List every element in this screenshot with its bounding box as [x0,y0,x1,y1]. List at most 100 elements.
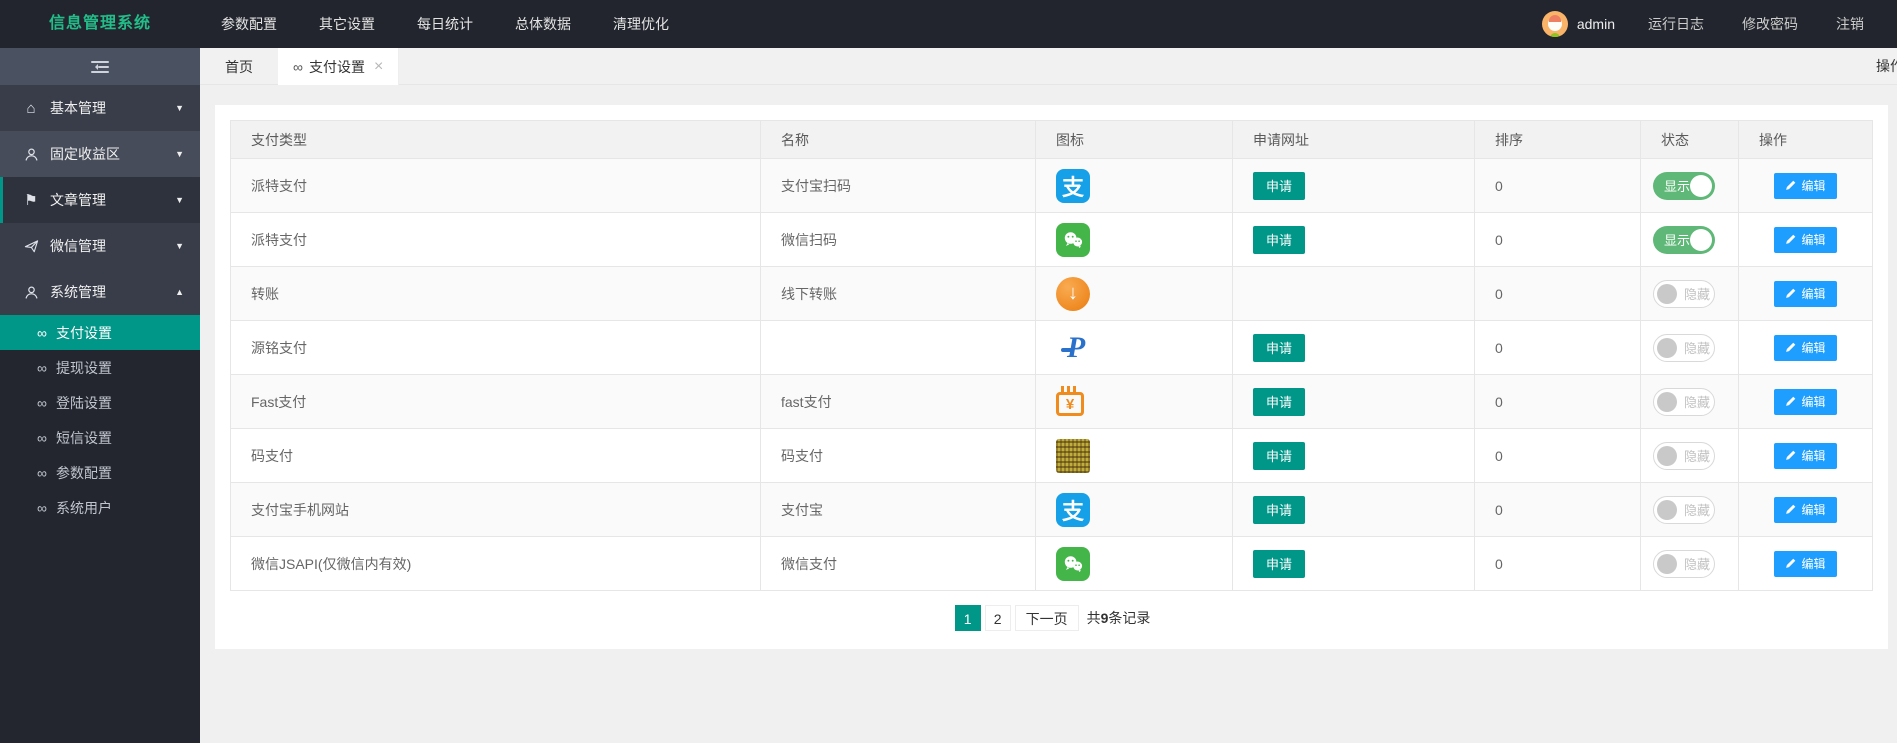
column-header: 申请网址 [1233,121,1475,159]
top-nav-item[interactable]: 参数配置 [200,0,298,48]
edit-button[interactable]: 编辑 [1774,335,1836,361]
header-right-item[interactable]: 注销 [1817,0,1883,48]
edit-button[interactable]: 编辑 [1774,173,1836,199]
link-icon: ∞ [37,360,47,376]
sidebar-item[interactable]: 微信管理 ▼ [0,223,200,269]
apply-button[interactable]: 申请 [1253,226,1305,254]
top-nav-item[interactable]: 总体数据 [494,0,592,48]
sidebar-subitem-label: 登陆设置 [56,393,112,413]
status-toggle[interactable]: 隐藏 [1653,334,1715,362]
header-right-item[interactable]: 修改密码 [1723,0,1817,48]
edit-button[interactable]: 编辑 [1774,281,1836,307]
cell-pay-name: 微信支付 [761,537,1036,591]
cell-edit: 编辑 [1739,375,1873,429]
record-count: 共9条记录 [1087,610,1151,626]
username: admin [1577,16,1615,32]
main-area: 首页 ∞ 支付设置 × 操作 [200,48,1897,743]
close-icon[interactable]: × [374,59,383,75]
page-button[interactable]: 1 [955,605,981,631]
sidebar-subitem-label: 提现设置 [56,358,112,378]
sidebar-subitem[interactable]: ∞ 系统用户 [0,490,200,525]
sidebar-subitem[interactable]: ∞ 短信设置 [0,420,200,455]
sidebar-subitem[interactable]: ∞ 登陆设置 [0,385,200,420]
sidebar-item-label: 微信管理 [50,236,106,256]
toggle-knob [1690,175,1712,197]
table-row: 微信JSAPI(仅微信内有效) 微信支付 申请 0 [231,537,1873,591]
top-navbar: 信息管理系统 参数配置其它设置每日统计总体数据清理优化 admin 运行日志修改… [0,0,1897,48]
column-header: 排序 [1475,121,1641,159]
sidebar-item-label: 系统管理 [50,282,106,302]
cell-pay-icon [1036,429,1233,483]
cell-apply: 申请 [1233,483,1475,537]
top-nav-item[interactable]: 清理优化 [592,0,690,48]
pencil-icon [1785,288,1796,299]
edit-button[interactable]: 编辑 [1774,497,1836,523]
apply-button[interactable]: 申请 [1253,172,1305,200]
header-right-nav: 运行日志修改密码注销 [1629,0,1883,48]
cell-pay-type: 源铭支付 [231,321,761,375]
edit-button[interactable]: 编辑 [1774,443,1836,469]
top-nav-menu: 参数配置其它设置每日统计总体数据清理优化 [200,0,690,48]
apply-button[interactable]: 申请 [1253,496,1305,524]
apply-button[interactable]: 申请 [1253,334,1305,362]
cell-pay-name: 线下转账 [761,267,1036,321]
tab-operations-button[interactable]: 操作 [1876,48,1897,85]
cell-pay-type: 码支付 [231,429,761,483]
next-page-button[interactable]: 下一页 [1015,605,1079,631]
table-row: 派特支付 微信扫码 申请 0 显示 [231,213,1873,267]
page-button[interactable]: 2 [985,605,1011,631]
apply-button[interactable]: 申请 [1253,442,1305,470]
sidebar-subitem[interactable]: ∞ 提现设置 [0,350,200,385]
status-toggle[interactable]: 显示 [1653,172,1715,200]
cell-edit: 编辑 [1739,321,1873,375]
tab[interactable]: 首页 [200,48,278,85]
chevron-down-icon: ▼ [175,241,184,251]
sidebar-item[interactable]: ⚑ 文章管理 ▼ [0,177,200,223]
edit-button[interactable]: 编辑 [1774,551,1836,577]
pencil-icon [1785,558,1796,569]
edit-button[interactable]: 编辑 [1774,389,1836,415]
sidebar-item-label: 基本管理 [50,98,106,118]
user-icon [21,147,41,162]
sidebar-item-label: 文章管理 [50,190,106,210]
status-toggle[interactable]: 隐藏 [1653,280,1715,308]
cell-pay-type: 微信JSAPI(仅微信内有效) [231,537,761,591]
cell-pay-name: 支付宝 [761,483,1036,537]
cell-pay-name [761,321,1036,375]
sidebar-item[interactable]: ⌂ 基本管理 ▼ [0,85,200,131]
status-toggle[interactable]: 隐藏 [1653,550,1715,578]
pagination: 12下一页共9条记录 [230,605,1873,631]
chevron-down-icon: ▼ [175,149,184,159]
link-icon: ∞ [37,500,47,516]
sidebar-item[interactable]: 固定收益区 ▼ [0,131,200,177]
tab[interactable]: ∞ 支付设置 × [278,48,399,85]
column-header: 状态 [1641,121,1739,159]
wechat-icon [1056,230,1090,246]
cell-apply: 申请 [1233,321,1475,375]
sidebar-collapse-button[interactable] [0,48,200,85]
cell-pay-icon: P [1036,321,1233,375]
sidebar-subitem[interactable]: ∞ 支付设置 [0,315,200,350]
header-right-item[interactable]: 运行日志 [1629,0,1723,48]
cell-sort: 0 [1475,375,1641,429]
sidebar-item[interactable]: 系统管理 ▲ [0,269,200,315]
user-menu[interactable]: admin [1528,11,1629,37]
cell-status: 隐藏 [1641,321,1739,375]
link-icon: ∞ [37,430,47,446]
status-toggle[interactable]: 隐藏 [1653,442,1715,470]
toggle-knob [1657,392,1677,412]
sidebar-subitem-label: 系统用户 [56,498,112,518]
apply-button[interactable]: 申请 [1253,550,1305,578]
pencil-icon [1785,342,1796,353]
apply-button[interactable]: 申请 [1253,388,1305,416]
top-nav-item[interactable]: 其它设置 [298,0,396,48]
cell-pay-type: Fast支付 [231,375,761,429]
status-toggle[interactable]: 隐藏 [1653,388,1715,416]
top-nav-item[interactable]: 每日统计 [396,0,494,48]
status-toggle[interactable]: 隐藏 [1653,496,1715,524]
pencil-icon [1785,396,1796,407]
status-toggle[interactable]: 显示 [1653,226,1715,254]
sidebar-subitem[interactable]: ∞ 参数配置 [0,455,200,490]
edit-button[interactable]: 编辑 [1774,227,1836,253]
sidebar-subitem-label: 支付设置 [56,323,112,343]
